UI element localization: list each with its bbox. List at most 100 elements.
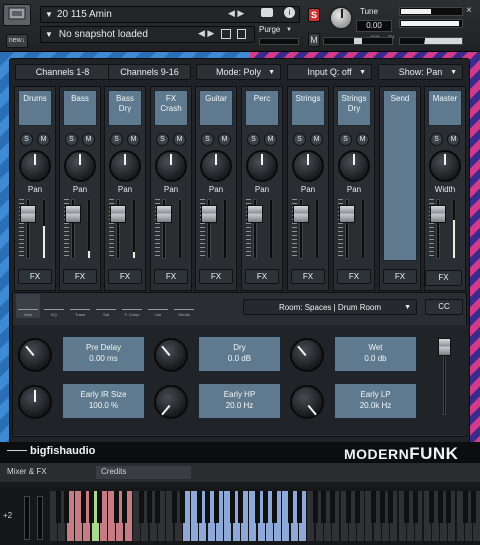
fx-volume-fader[interactable] [438, 338, 451, 356]
info-icon[interactable]: i [284, 7, 295, 18]
channel-fader[interactable] [339, 205, 355, 223]
channel-fader[interactable] [65, 205, 81, 223]
fx-button[interactable]: FX [63, 269, 97, 284]
black-key[interactable] [122, 491, 128, 523]
fx-type-button[interactable]: EQ [42, 294, 66, 318]
fx-button[interactable]: FX [199, 269, 233, 284]
fx-type-button[interactable]: Verb [16, 294, 40, 318]
pan-knob[interactable] [200, 150, 232, 182]
black-key[interactable] [437, 491, 443, 523]
mute-button[interactable]: M [308, 33, 320, 47]
black-key[interactable] [387, 491, 393, 523]
send-fx-button[interactable]: FX [383, 269, 417, 284]
pan-knob[interactable] [109, 150, 141, 182]
channel-label[interactable]: Bass [63, 90, 97, 126]
tune-value[interactable]: 0.00 [356, 20, 392, 32]
fx-button[interactable]: FX [18, 269, 52, 284]
black-key[interactable] [462, 491, 468, 523]
dry-knob[interactable] [154, 338, 188, 372]
channel-fader[interactable] [247, 205, 263, 223]
mod-wheel[interactable] [37, 496, 43, 540]
pan-knob[interactable] [64, 150, 96, 182]
solo-button[interactable]: S [20, 133, 33, 146]
master-label[interactable]: Master [428, 90, 462, 126]
black-key[interactable] [238, 491, 244, 523]
pitch-wheel[interactable] [24, 496, 30, 540]
channel-fader[interactable] [110, 205, 126, 223]
pre-delay-knob[interactable] [18, 338, 52, 372]
black-key[interactable] [97, 491, 103, 523]
mode-dropdown[interactable]: Mode: Poly ▼ [196, 64, 281, 80]
pan-knob[interactable] [246, 150, 278, 182]
send-label[interactable]: Send [383, 90, 417, 261]
black-key[interactable] [371, 491, 377, 523]
fx-type-button[interactable]: Sends [172, 294, 196, 318]
solo-button[interactable]: S [65, 133, 78, 146]
delete-snapshot-icon[interactable] [237, 29, 246, 39]
black-key[interactable] [172, 491, 177, 523]
black-key[interactable] [89, 491, 94, 523]
pan-slider[interactable] [323, 37, 393, 45]
tab-credits[interactable]: Credits [96, 466, 191, 479]
wet-knob[interactable] [290, 338, 324, 372]
channels-1-8-button[interactable]: Channels 1-8 [15, 64, 110, 80]
master-fx-button[interactable]: FX [425, 270, 462, 286]
black-key[interactable] [313, 491, 319, 523]
black-key[interactable] [180, 491, 186, 523]
solo-button[interactable]: S [110, 133, 123, 146]
fx-button[interactable]: FX [154, 269, 188, 284]
mute-button[interactable]: M [310, 133, 323, 146]
cc-button[interactable]: CC [425, 299, 463, 315]
black-key[interactable] [404, 491, 410, 523]
camera-icon[interactable] [261, 8, 273, 17]
black-key[interactable] [113, 491, 119, 523]
tab-mixer-fx[interactable]: Mixer & FX [2, 466, 94, 479]
channel-label[interactable]: Strings [291, 90, 325, 126]
pan-knob[interactable] [19, 150, 51, 182]
fx-type-button[interactable]: F. Comp [120, 294, 144, 318]
black-key[interactable] [470, 491, 476, 523]
black-key[interactable] [379, 491, 385, 523]
early-hp-knob[interactable] [154, 385, 188, 419]
snapshot-nav-arrows[interactable]: ◀ ▶ [198, 28, 214, 39]
channel-label[interactable]: Guitar [199, 90, 233, 126]
mute-button[interactable]: M [264, 133, 277, 146]
black-key[interactable] [271, 491, 277, 523]
mute-button[interactable]: M [173, 133, 186, 146]
black-key[interactable] [329, 491, 335, 523]
pan-knob[interactable] [292, 150, 324, 182]
new-button[interactable]: new↓ [6, 34, 28, 48]
black-key[interactable] [213, 491, 219, 523]
black-key[interactable] [55, 491, 61, 523]
black-key[interactable] [445, 491, 451, 523]
patch-nav-arrows[interactable]: ◀ ▶ [228, 8, 244, 19]
black-key[interactable] [296, 491, 302, 523]
black-key[interactable] [288, 491, 294, 523]
black-key[interactable] [147, 491, 153, 523]
channel-label[interactable]: Drums [18, 90, 52, 126]
channel-fader[interactable] [156, 205, 172, 223]
pre-delay-display[interactable]: Pre Delay 0.00 ms [62, 336, 145, 372]
fx-type-button[interactable]: Trans [68, 294, 92, 318]
black-key[interactable] [64, 491, 70, 523]
wet-display[interactable]: Wet 0.0 db [334, 336, 417, 372]
mute-button[interactable]: M [82, 133, 95, 146]
black-key[interactable] [196, 491, 202, 523]
black-key[interactable] [255, 491, 260, 523]
fx-button[interactable]: FX [291, 269, 325, 284]
early-ir-size-display[interactable]: Early IR Size 100.0 % [62, 383, 145, 419]
save-snapshot-icon[interactable] [221, 29, 231, 39]
fx-button[interactable]: FX [108, 269, 142, 284]
channel-label[interactable]: Strings Dry [337, 90, 371, 126]
channel-label[interactable]: Perc [245, 90, 279, 126]
width-knob[interactable] [429, 150, 461, 182]
early-lp-knob[interactable] [290, 385, 324, 419]
solo-button[interactable]: S [156, 133, 169, 146]
channels-9-16-button[interactable]: Channels 9-16 [108, 64, 191, 80]
black-key[interactable] [138, 491, 144, 523]
tune-knob[interactable] [329, 6, 353, 30]
fx-button[interactable]: FX [337, 269, 371, 284]
solo-button[interactable]: S [339, 133, 352, 146]
master-fader[interactable] [430, 205, 446, 223]
master-solo-button[interactable]: S [430, 133, 443, 146]
